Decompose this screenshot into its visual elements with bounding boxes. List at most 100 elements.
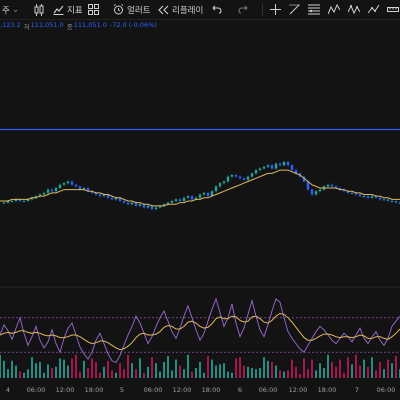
x-tick-label: 4 [5,386,11,394]
alert-button[interactable]: 얼러트 [113,0,150,19]
candle-body [330,184,334,187]
volume-bar [331,362,333,378]
candle-body [98,194,102,197]
volume-bar [83,360,85,378]
undo-icon [212,5,222,14]
volume-bar [147,366,149,378]
volume-bar [239,357,241,378]
volume-bar [79,371,81,378]
x-tick-label: 12:00 [172,386,192,394]
candle-body [22,201,26,202]
candle-body [190,196,194,200]
volume-bar [303,358,305,378]
volume-bar [207,356,209,378]
volume-bar [7,369,9,378]
volume-bar [183,369,185,378]
chart-type-button[interactable] [34,0,44,19]
x-tick-label: 06:00 [26,386,46,394]
volume-bar [295,366,297,378]
volume-bar [87,368,89,378]
fib-retracement-tool[interactable] [308,0,320,19]
candle-body [366,196,370,198]
volume-bar [111,370,113,378]
x-tick-label: 12:00 [288,386,308,394]
candle-body [218,183,222,187]
volume-bar [35,363,37,378]
volume-bar [227,371,229,378]
volume-bar [203,372,205,378]
candle-body [206,192,210,197]
volume-bar [15,365,17,378]
replay-button[interactable]: 리플레이 [158,0,203,19]
timeframe-dropdown[interactable]: ⌄ [12,0,19,19]
volume-bar [19,371,21,378]
volume-bar [339,359,341,378]
candle-body [314,191,318,195]
candle-body [62,183,66,185]
x-tick-label: 12:00 [55,386,75,394]
volume-bar [163,362,165,378]
volume-bar [243,365,245,378]
candle-body [382,199,386,201]
volume-bar [287,370,289,378]
volume-bar [175,359,177,378]
undo-button[interactable] [212,0,222,19]
alarm-clock-icon [113,4,124,15]
indicators-button[interactable]: 지표 [53,0,83,19]
candle-body [242,178,246,180]
close-label: 종 [66,23,73,31]
volume-bar [11,360,13,378]
volume-bar [215,365,217,378]
candle-body [286,162,290,166]
candlestick-icon [34,3,44,16]
volume-bar [3,360,5,378]
timeframe-label: 주 [2,5,10,16]
candle-body [182,197,186,201]
volume-bar [135,369,137,378]
oscillator-slow-line [0,312,400,351]
change-value: -72.0 (-0.06%) [109,21,157,29]
crosshair-tool[interactable] [270,0,281,19]
volume-bar [395,356,397,378]
toolbar-divider [262,0,263,19]
candle-body [70,181,74,185]
candle-body [370,196,374,198]
volume-bar [291,359,293,378]
volume-bar [171,370,173,378]
volume-bar [259,368,261,378]
candle-body [66,181,70,184]
volume-bar [383,369,385,378]
candle-body [350,192,354,194]
candle-body [318,189,322,192]
trendline-tool[interactable] [289,0,300,19]
candle-body [214,186,218,192]
forecast-tool[interactable] [368,0,380,19]
projection-tool[interactable] [348,0,360,19]
volume-bar [23,372,25,378]
measure-tool[interactable] [387,0,399,19]
volume-bar [167,356,169,378]
volume-bar [379,362,381,378]
chart-area[interactable] [0,35,400,384]
layout-button[interactable] [88,0,99,19]
redo-button[interactable] [238,0,248,19]
candle-body [54,188,58,192]
candle-body [278,163,282,166]
x-tick-label: 18:00 [201,386,221,394]
candle-body [134,202,138,206]
volume-bar [235,358,237,378]
rewind-icon [158,5,169,15]
candle-body [10,201,14,202]
volume-bar [75,354,77,378]
timeframe-selector[interactable]: 주 [2,0,10,19]
ruler-icon [387,4,399,15]
volume-bar [371,357,373,378]
volume-bar [363,359,365,378]
pattern-tool[interactable] [328,0,340,19]
candle-body [122,201,126,203]
x-tick-label: 5 [119,386,125,394]
volume-bar [191,371,193,378]
candle-body [222,181,226,184]
candle-body [358,194,362,197]
volume-bar [263,357,265,378]
